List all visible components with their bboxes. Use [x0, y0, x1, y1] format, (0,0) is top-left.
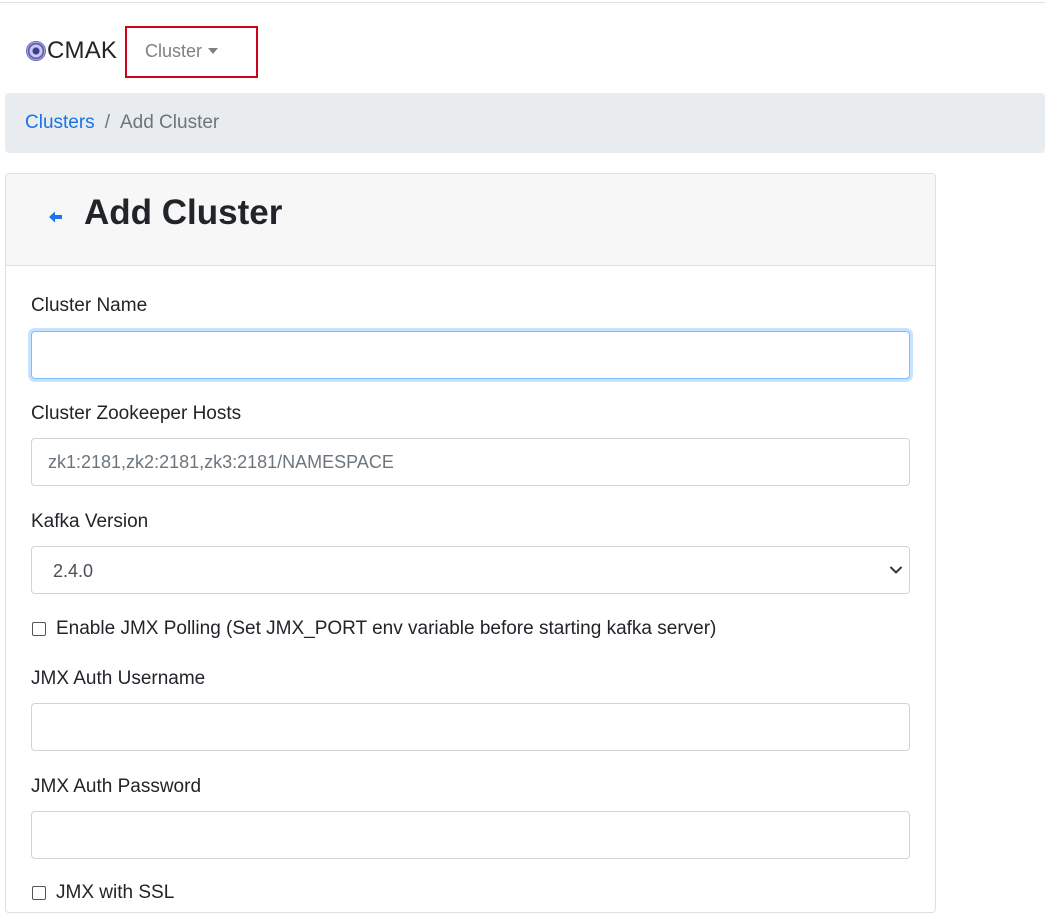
- jmx-password-label: JMX Auth Password: [31, 776, 202, 797]
- cluster-menu-highlight: Cluster: [125, 26, 258, 78]
- brand-home-link[interactable]: CMAK: [26, 35, 117, 67]
- cluster-dropdown-toggle[interactable]: Cluster: [145, 41, 219, 62]
- caret-down-icon: [208, 47, 219, 54]
- breadcrumb-separator: /: [104, 112, 110, 133]
- add-cluster-card: Add Cluster Cluster Name Cluster Zookeep…: [5, 173, 936, 913]
- breadcrumb-current: Add Cluster: [119, 112, 220, 133]
- navbar: CMAK Cluster: [0, 3, 1045, 93]
- cmak-logo-icon: [26, 41, 46, 61]
- jmx-ssl-row: JMX with SSL: [32, 882, 174, 904]
- jmx-polling-checkbox[interactable]: [32, 622, 46, 636]
- breadcrumb-clusters-link[interactable]: Clusters: [25, 112, 95, 134]
- cluster-name-label: Cluster Name: [31, 295, 148, 316]
- jmx-username-label: JMX Auth Username: [31, 668, 206, 689]
- breadcrumb: Clusters / Add Cluster: [5, 93, 1045, 153]
- jmx-ssl-checkbox[interactable]: [32, 886, 46, 900]
- back-arrow-icon[interactable]: [48, 210, 64, 224]
- kafka-version-label: Kafka Version: [31, 511, 149, 532]
- jmx-ssl-label: JMX with SSL: [56, 882, 175, 903]
- brand-name: CMAK: [47, 37, 118, 64]
- jmx-username-input[interactable]: [31, 703, 910, 751]
- cluster-dropdown-label: Cluster: [145, 41, 203, 61]
- kafka-version-selected: 2.4.0: [53, 561, 94, 581]
- zookeeper-hosts-label: Cluster Zookeeper Hosts: [31, 403, 242, 424]
- card-header: Add Cluster: [6, 174, 935, 266]
- jmx-polling-label: Enable JMX Polling (Set JMX_PORT env var…: [56, 618, 717, 639]
- jmx-password-input[interactable]: [31, 811, 910, 859]
- cluster-name-input[interactable]: [31, 331, 910, 379]
- chevron-down-icon: [890, 566, 902, 574]
- zookeeper-hosts-input[interactable]: [31, 438, 910, 486]
- page-title: Add Cluster: [84, 193, 283, 232]
- kafka-version-select[interactable]: 2.4.0: [31, 546, 910, 594]
- jmx-polling-row: Enable JMX Polling (Set JMX_PORT env var…: [32, 618, 716, 640]
